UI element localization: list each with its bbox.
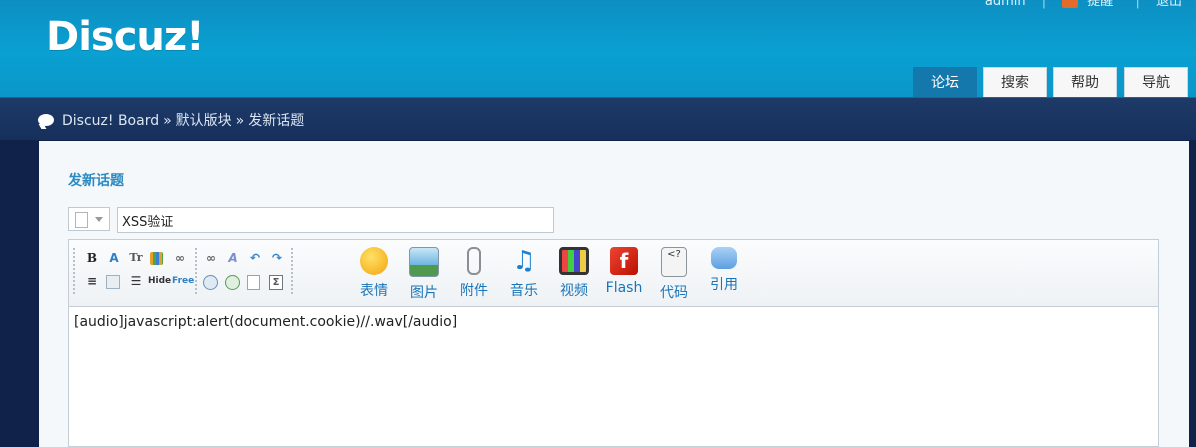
- music-button[interactable]: ♫ 音乐: [502, 247, 546, 300]
- toolbar-grip: [195, 248, 197, 296]
- hide-icon[interactable]: Hide: [148, 273, 171, 289]
- image-icon: [409, 247, 439, 277]
- smiley-button[interactable]: 表情: [352, 247, 396, 300]
- quote-label: 引用: [710, 277, 738, 293]
- redo-icon[interactable]: ↷: [269, 250, 285, 266]
- clear-format-icon[interactable]: A: [225, 250, 241, 266]
- code-button[interactable]: <? 代码: [652, 247, 696, 302]
- undo-icon[interactable]: ↶: [247, 250, 263, 266]
- font-size-icon[interactable]: Tr: [128, 250, 144, 266]
- notification-label: 提醒: [1087, 0, 1114, 9]
- notification-link[interactable]: 提醒: [1062, 0, 1119, 9]
- breadcrumb-separator: »: [163, 113, 172, 129]
- editor-toolbar: B A Tr ∞ ∞ A ↶ ↷ ≡ ☰ Hide Free Σ 表情 图片 附…: [69, 240, 1158, 307]
- breadcrumb-forum[interactable]: 默认版块: [176, 113, 232, 129]
- music-label: 音乐: [510, 283, 538, 299]
- video-label: 视频: [560, 283, 588, 299]
- breadcrumb: Discuz! Board» 默认版块» 发新话题: [38, 110, 304, 130]
- tab-help[interactable]: 帮助: [1053, 67, 1117, 97]
- post-panel: 发新话题 B A Tr ∞ ∞ A ↶ ↷ ≡ ☰ Hide Free: [39, 141, 1189, 447]
- toolbar-grip: [73, 248, 75, 296]
- flash-icon: f: [610, 247, 638, 275]
- notification-icon: [1062, 0, 1079, 8]
- link-icon[interactable]: ∞: [172, 250, 188, 266]
- divider: |: [1135, 0, 1140, 9]
- divider: |: [1041, 0, 1047, 9]
- attachment-button[interactable]: 附件: [452, 247, 496, 300]
- breadcrumb-home[interactable]: Discuz! Board: [62, 113, 159, 129]
- tab-navigation[interactable]: 导航: [1124, 67, 1188, 97]
- image-label: 图片: [410, 285, 438, 301]
- attachment-label: 附件: [460, 283, 488, 299]
- logout-link[interactable]: 退出: [1156, 0, 1182, 9]
- quote-icon: [711, 247, 737, 269]
- editor-content[interactable]: [audio]javascript:alert(document.cookie)…: [74, 314, 457, 330]
- video-icon: [559, 247, 589, 275]
- toolbar-grip: [291, 248, 293, 296]
- list-icon[interactable]: ☰: [128, 273, 144, 289]
- sigma-icon[interactable]: Σ: [269, 275, 283, 290]
- quote-button[interactable]: 引用: [702, 247, 746, 294]
- site-logo[interactable]: Discuz!: [46, 14, 204, 60]
- audio-disc-icon[interactable]: [203, 275, 218, 290]
- chevron-down-icon: [95, 217, 103, 222]
- subject-input[interactable]: [117, 207, 554, 233]
- tab-forum[interactable]: 论坛: [913, 67, 977, 97]
- code-label: 代码: [660, 285, 688, 301]
- unlink-icon[interactable]: ∞: [203, 250, 219, 266]
- rich-editor: B A Tr ∞ ∞ A ↶ ↷ ≡ ☰ Hide Free Σ 表情 图片 附…: [68, 239, 1159, 447]
- flash-label: Flash: [605, 280, 643, 296]
- breadcrumb-bar: Discuz! Board» 默认版块» 发新话题: [0, 98, 1196, 140]
- bold-icon[interactable]: B: [84, 250, 100, 266]
- video-button[interactable]: 视频: [552, 247, 596, 300]
- speech-bubble-icon: [38, 114, 54, 126]
- smiley-label: 表情: [360, 283, 388, 299]
- image-button[interactable]: 图片: [402, 247, 446, 302]
- page-title: 发新话题: [68, 173, 124, 189]
- music-icon: ♫: [512, 246, 536, 276]
- align-icon[interactable]: ≡: [84, 273, 100, 289]
- media-play-icon[interactable]: [225, 275, 240, 290]
- user-topbar: admin | 提醒 | 退出: [979, 0, 1188, 9]
- flash-button[interactable]: f Flash: [602, 247, 646, 296]
- font-color-icon[interactable]: A: [106, 250, 122, 266]
- paperclip-icon: [467, 247, 481, 275]
- code-icon: <?: [661, 247, 687, 277]
- site-header: Discuz! admin | 提醒 | 退出 论坛 搜索 帮助 导航: [0, 0, 1196, 98]
- document-icon: [75, 212, 88, 228]
- page-icon[interactable]: [247, 275, 260, 290]
- breadcrumb-current: 发新话题: [248, 113, 305, 129]
- tab-search[interactable]: 搜索: [983, 67, 1047, 97]
- paragraph-icon[interactable]: [106, 275, 120, 289]
- breadcrumb-separator: »: [235, 113, 245, 129]
- free-icon[interactable]: Free: [172, 273, 194, 289]
- smiley-icon: [360, 247, 388, 275]
- username-link[interactable]: admin: [985, 0, 1026, 9]
- post-type-select[interactable]: [68, 207, 110, 231]
- color-grid-icon[interactable]: [150, 252, 163, 265]
